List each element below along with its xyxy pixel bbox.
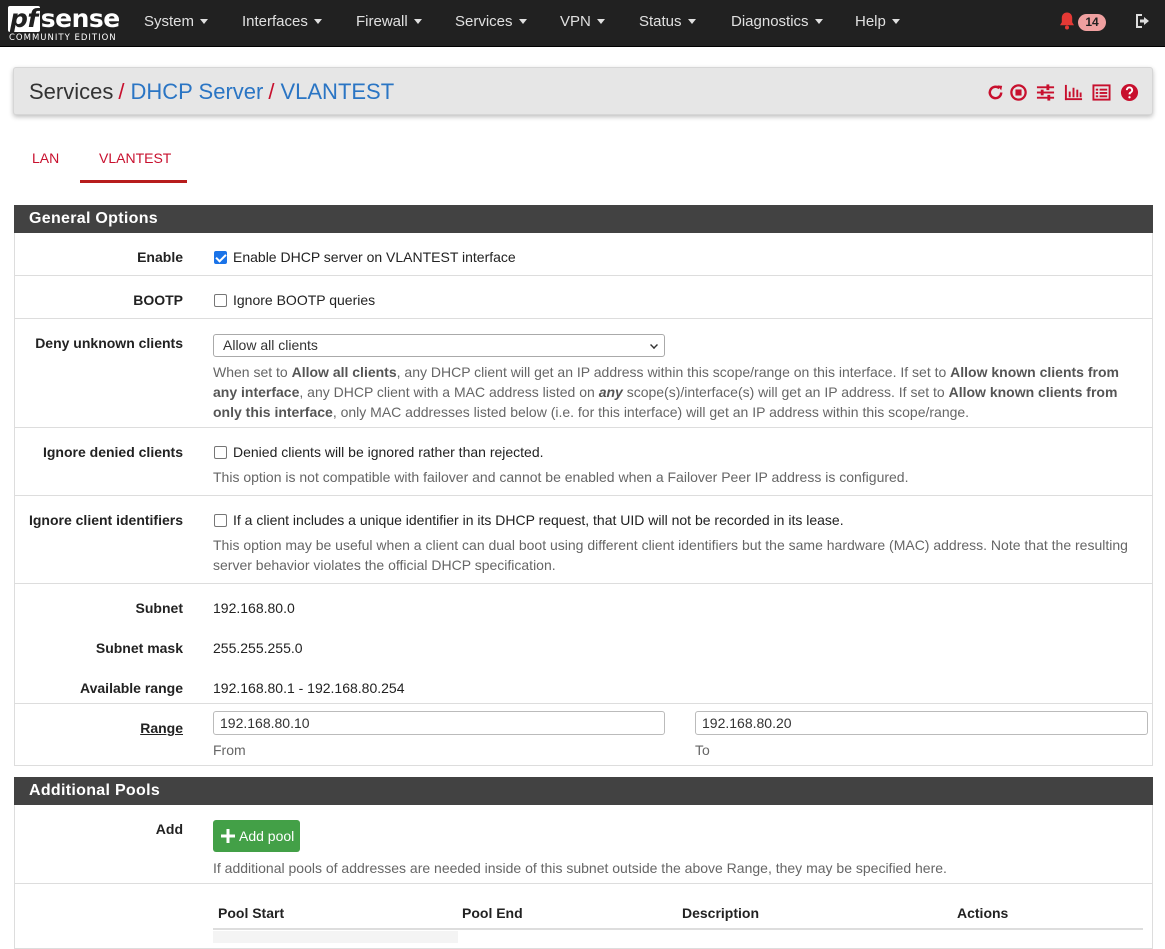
row-divider: [14, 318, 1153, 319]
pfsense-logo[interactable]: pf sense COMMUNITY EDITION: [8, 5, 120, 43]
settings-sliders-icon[interactable]: [1036, 83, 1055, 102]
ignore-denied-help: This option is not compatible with failo…: [213, 469, 909, 485]
active-tab-indicator: [80, 180, 187, 183]
bootp-label: BOOTP: [133, 292, 183, 308]
breadcrumb: Services / DHCP Server / VLANTEST: [29, 79, 394, 105]
nav-system[interactable]: System: [144, 0, 209, 43]
nav-help[interactable]: Help: [855, 0, 900, 43]
row-divider: [14, 883, 1153, 884]
nav-vpn[interactable]: VPN: [560, 0, 605, 43]
log-list-icon[interactable]: [1092, 83, 1111, 102]
breadcrumb-dhcp-server[interactable]: DHCP Server: [130, 79, 263, 104]
available-range-value: 192.168.80.1 - 192.168.80.254: [213, 680, 405, 696]
nav-status[interactable]: Status: [639, 0, 696, 43]
bell-icon[interactable]: [1058, 11, 1076, 31]
help-icon[interactable]: [1120, 83, 1139, 102]
ignore-denied-label: Ignore denied clients: [42, 444, 183, 460]
add-pool-label: Add: [155, 821, 183, 837]
enable-checkbox[interactable]: [214, 251, 227, 264]
chevron-down-icon: [413, 18, 422, 24]
chevron-down-icon: [891, 18, 900, 24]
restart-icon[interactable]: [986, 83, 1005, 102]
deny-unknown-label: Deny unknown clients: [35, 335, 183, 351]
add-pool-button-label: Add pool: [239, 828, 295, 844]
breadcrumb-vlantest[interactable]: VLANTEST: [280, 79, 394, 104]
general-options-heading: General Options: [14, 205, 1153, 233]
logout-icon[interactable]: [1134, 12, 1154, 30]
column-header-description: Description: [682, 905, 760, 921]
table-header-divider: [213, 928, 1143, 930]
nav-interfaces[interactable]: Interfaces: [242, 0, 322, 43]
additional-pools-heading: Additional Pools: [14, 777, 1153, 805]
general-options-panel: [14, 233, 1153, 766]
stop-icon[interactable]: [1009, 83, 1028, 102]
logo-sense: sense: [40, 4, 120, 33]
deny-unknown-help: When set to Allow all clients, any DHCP …: [213, 364, 1119, 420]
deny-unknown-selected-value: Allow all clients: [223, 337, 318, 353]
row-divider: [14, 427, 1153, 428]
range-from-caption: From: [213, 742, 246, 758]
top-navbar: pf sense COMMUNITY EDITION System Interfa…: [0, 0, 1165, 47]
column-header-pool-start: Pool Start: [218, 905, 285, 921]
page-header: Services / DHCP Server / VLANTEST: [13, 67, 1153, 115]
breadcrumb-separator: /: [268, 79, 275, 104]
ignore-identifiers-checkbox[interactable]: [214, 514, 227, 527]
plus-icon: [221, 829, 235, 843]
row-divider: [14, 275, 1153, 276]
chart-icon[interactable]: [1064, 83, 1083, 102]
column-header-pool-end: Pool End: [462, 905, 523, 921]
chevron-down-icon: [518, 18, 527, 24]
logo-wordmark: pf sense: [8, 5, 120, 33]
ignore-denied-checkbox[interactable]: [214, 446, 227, 459]
nav-firewall[interactable]: Firewall: [356, 0, 422, 43]
ignore-identifiers-help: This option may be useful when a client …: [213, 537, 1128, 573]
deny-unknown-select[interactable]: Allow all clients: [213, 334, 665, 357]
breadcrumb-separator: /: [118, 79, 125, 104]
tab-lan[interactable]: LAN: [32, 150, 59, 166]
bootp-checkbox[interactable]: [214, 294, 227, 307]
chevron-down-icon: [200, 18, 209, 24]
chevron-down-icon: [650, 341, 658, 349]
ignore-denied-checkbox-label[interactable]: Denied clients will be ignored rather th…: [233, 444, 544, 460]
subnet-label: Subnet: [135, 600, 183, 616]
additional-pools-help: If additional pools of addresses are nee…: [213, 860, 947, 876]
logo-pf: pf: [8, 4, 40, 33]
range-label[interactable]: Range: [140, 720, 183, 736]
chevron-down-icon: [687, 18, 696, 24]
logo-edition: COMMUNITY EDITION: [9, 33, 117, 43]
ignore-identifiers-label: Ignore client identifiers: [28, 512, 183, 528]
breadcrumb-services: Services: [29, 79, 114, 104]
column-header-actions: Actions: [957, 905, 1009, 921]
subnet-mask-value: 255.255.255.0: [213, 640, 303, 656]
notification-badge[interactable]: 14: [1078, 14, 1106, 31]
row-divider: [14, 495, 1153, 496]
nav-services[interactable]: Services: [455, 0, 527, 43]
range-to-input[interactable]: [695, 711, 1148, 735]
chevron-down-icon: [814, 18, 823, 24]
ignore-identifiers-checkbox-label[interactable]: If a client includes a unique identifier…: [233, 512, 844, 528]
row-divider: [14, 583, 1153, 584]
row-divider: [14, 703, 1153, 704]
enable-checkbox-label[interactable]: Enable DHCP server on VLANTEST interface: [233, 249, 516, 265]
add-pool-button[interactable]: Add pool: [213, 820, 300, 852]
available-range-label: Available range: [80, 680, 183, 696]
chevron-down-icon: [313, 18, 322, 24]
tab-vlantest[interactable]: VLANTEST: [99, 150, 171, 166]
range-to-caption: To: [695, 742, 710, 758]
subnet-value: 192.168.80.0: [213, 600, 295, 616]
nav-diagnostics[interactable]: Diagnostics: [731, 0, 823, 43]
subnet-mask-label: Subnet mask: [95, 640, 183, 656]
range-from-input[interactable]: [213, 711, 665, 735]
table-row: [213, 931, 458, 943]
chevron-down-icon: [596, 18, 605, 24]
bootp-checkbox-label[interactable]: Ignore BOOTP queries: [233, 292, 375, 308]
enable-label: Enable: [137, 249, 183, 265]
